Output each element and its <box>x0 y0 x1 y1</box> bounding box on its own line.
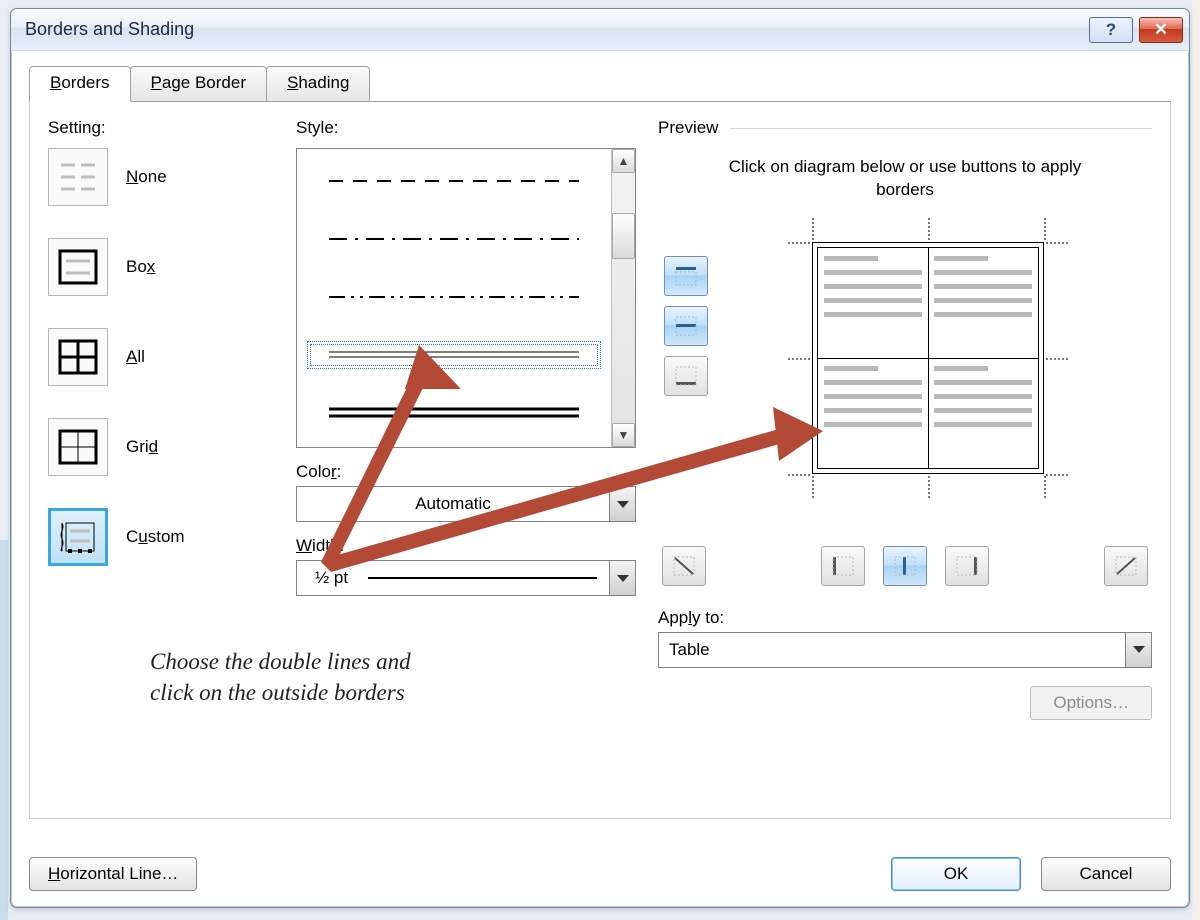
width-header: Width: <box>296 536 636 556</box>
setting-label: All <box>126 347 145 367</box>
setting-none[interactable]: None <box>48 148 274 206</box>
setting-box[interactable]: Box <box>48 238 274 296</box>
help-button[interactable]: ? <box>1089 17 1133 43</box>
style-listbox[interactable]: ▲ ▼ <box>296 148 636 448</box>
dialog-footer: Horizontal Line… OK Cancel <box>29 857 1171 891</box>
background-strip <box>1192 0 1200 920</box>
border-left-icon <box>832 556 854 576</box>
setting-all[interactable]: All <box>48 328 274 386</box>
setting-label: Box <box>126 257 155 277</box>
border-bottom-icon <box>675 366 697 386</box>
setting-label: Grid <box>126 437 158 457</box>
color-value: Automatic <box>297 494 609 514</box>
style-column: Style: <box>296 114 636 818</box>
background-strip <box>0 540 8 920</box>
style-option-dashdotdot[interactable] <box>307 283 601 311</box>
toggle-left-border[interactable] <box>821 546 865 586</box>
tab-shading[interactable]: Shading <box>266 66 370 102</box>
setting-label: None <box>126 167 167 187</box>
border-diag-down-icon <box>673 556 695 576</box>
cancel-button[interactable]: Cancel <box>1041 857 1171 891</box>
setting-grid[interactable]: Grid <box>48 418 274 476</box>
tab-borders[interactable]: Borders <box>29 66 131 102</box>
setting-custom-icon <box>48 508 108 566</box>
style-option-double-thick[interactable] <box>307 399 601 427</box>
border-right-icon <box>956 556 978 576</box>
borders-panel: Setting: None Box <box>29 101 1171 819</box>
width-sample-icon <box>368 577 597 579</box>
scroll-up-icon[interactable]: ▲ <box>612 149 635 173</box>
chevron-down-icon <box>609 561 635 595</box>
scroll-down-icon[interactable]: ▼ <box>612 423 635 447</box>
scroll-thumb[interactable] <box>612 213 635 259</box>
close-icon: ✕ <box>1154 20 1168 40</box>
apply-to-header: Apply to: <box>658 608 1152 628</box>
color-dropdown[interactable]: Automatic <box>296 486 636 522</box>
setting-grid-icon <box>48 418 108 476</box>
ok-button[interactable]: OK <box>891 857 1021 891</box>
question-mark-icon: ? <box>1106 20 1116 40</box>
toggle-bottom-border[interactable] <box>664 356 708 396</box>
toggle-top-border[interactable] <box>664 256 708 296</box>
preview-header: Preview <box>658 118 718 138</box>
window-title: Borders and Shading <box>25 19 1083 40</box>
borders-and-shading-dialog: Borders and Shading ? ✕ Borders Page Bor… <box>10 8 1190 908</box>
border-top-icon <box>675 266 697 286</box>
preview-table[interactable] <box>812 242 1044 474</box>
setting-header: Setting: <box>48 118 278 138</box>
tab-row: Borders Page Border Shading <box>11 51 1189 101</box>
setting-label: Custom <box>126 527 185 547</box>
tab-page-border[interactable]: Page Border <box>130 66 267 102</box>
border-vmid-icon <box>894 556 916 576</box>
setting-custom[interactable]: Custom <box>48 508 274 566</box>
preview-hint: Click on diagram below or use buttons to… <box>725 156 1085 202</box>
horizontal-line-button[interactable]: Horizontal Line… <box>29 857 197 891</box>
setting-all-icon <box>48 328 108 386</box>
chevron-down-icon <box>1125 633 1151 667</box>
width-dropdown[interactable]: ½ pt <box>296 560 636 596</box>
preview-column: Preview Click on diagram below or use bu… <box>654 114 1152 818</box>
close-button[interactable]: ✕ <box>1139 17 1183 43</box>
annotation-text: Choose the double lines and click on the… <box>150 646 411 708</box>
toggle-diagonal-up-border[interactable] <box>1104 546 1148 586</box>
border-hmid-icon <box>675 316 697 336</box>
setting-box-icon <box>48 238 108 296</box>
toggle-diagonal-down-border[interactable] <box>662 546 706 586</box>
style-option-dashdot[interactable] <box>307 225 601 253</box>
apply-to-dropdown[interactable]: Table <box>658 632 1152 668</box>
toggle-right-border[interactable] <box>945 546 989 586</box>
width-value: ½ pt <box>315 568 348 588</box>
setting-column: Setting: None Box <box>48 114 278 818</box>
style-option-dashed[interactable] <box>307 167 601 195</box>
chevron-down-icon <box>609 487 635 521</box>
style-header: Style: <box>296 118 636 138</box>
border-diag-up-icon <box>1115 556 1137 576</box>
toggle-horizontal-inside-border[interactable] <box>664 306 708 346</box>
apply-to-value: Table <box>659 640 1125 660</box>
setting-none-icon <box>48 148 108 206</box>
titlebar: Borders and Shading ? ✕ <box>11 9 1189 51</box>
toggle-vertical-inside-border[interactable] <box>883 546 927 586</box>
options-button: Options… <box>1030 686 1152 720</box>
color-header: Color: <box>296 462 636 482</box>
style-scrollbar[interactable]: ▲ ▼ <box>611 149 635 447</box>
style-option-double-thin[interactable] <box>307 341 601 369</box>
